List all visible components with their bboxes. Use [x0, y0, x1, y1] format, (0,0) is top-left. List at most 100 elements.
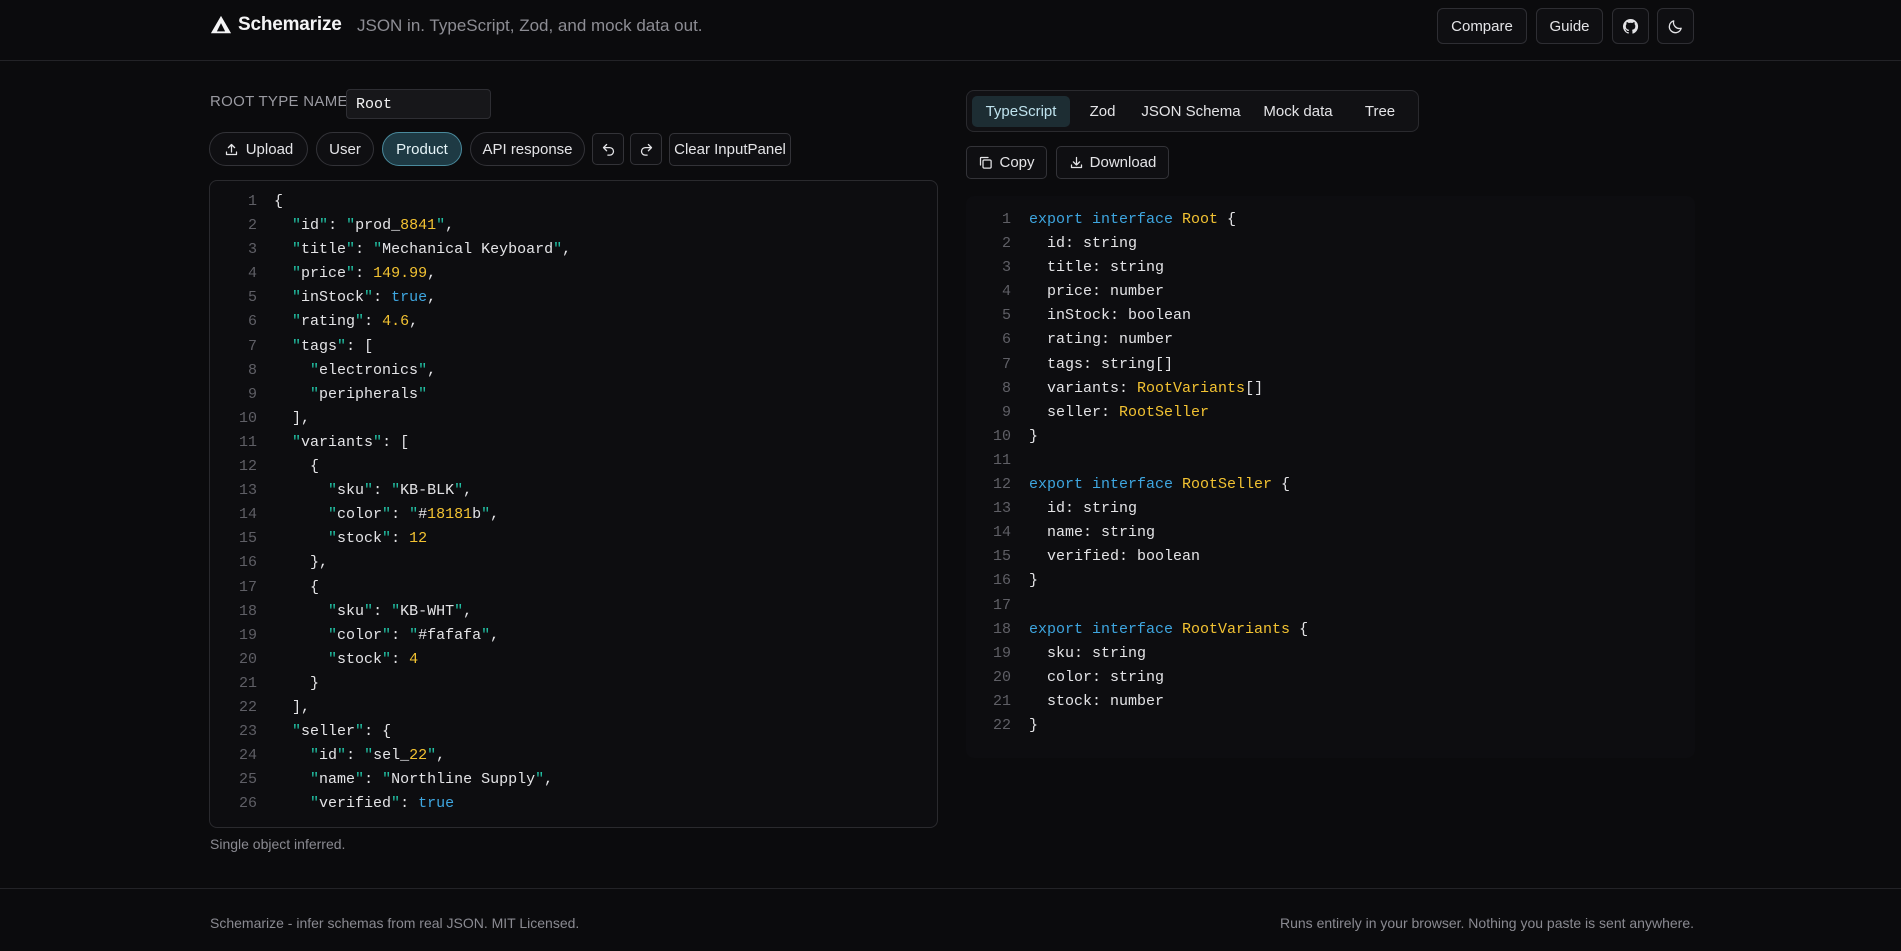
line-number: 17 — [238, 578, 257, 596]
sample-product-button[interactable]: Product — [382, 132, 462, 166]
json-input-editor[interactable]: 1{2 "id": "prod_8841", 3 "title": "Mechan… — [209, 180, 938, 828]
output-code-lines: 1 export interface Root { 2 id: string 3 ti… — [966, 196, 1695, 738]
line-code: rating: number — [1029, 331, 1174, 349]
line-number: 25 — [238, 771, 257, 789]
line-code: "color": "#fafafa", — [328, 626, 500, 644]
line-number: 2 — [1001, 235, 1011, 253]
compare-button[interactable]: Compare — [1437, 8, 1527, 44]
clear-input-button[interactable]: Clear InputPanel — [669, 133, 791, 166]
tab-mock-data[interactable]: Mock data — [1253, 96, 1343, 127]
tab-zod[interactable]: Zod — [1076, 96, 1129, 127]
line-number: 18 — [238, 602, 257, 620]
sample-user-button[interactable]: User — [316, 132, 374, 166]
output-code-line: 3 title: string — [966, 256, 1695, 280]
line-code: "color": "#18181b", — [328, 506, 500, 524]
output-code-line: 20 color: string — [966, 666, 1695, 690]
tab-json-schema[interactable]: JSON Schema — [1135, 96, 1247, 127]
app-footer: Schemarize - infer schemas from real JSO… — [0, 888, 1901, 951]
input-code-line: 15 "stock": 12 — [210, 527, 937, 551]
upload-button[interactable]: Upload — [209, 132, 308, 166]
line-number: 13 — [238, 482, 257, 500]
undo-button[interactable] — [592, 133, 624, 165]
brand-logo[interactable]: Schemarize — [210, 14, 342, 36]
line-code: ], — [274, 698, 311, 716]
upload-label: Upload — [245, 140, 294, 158]
line-number: 2 — [247, 217, 257, 235]
line-code: variants: RootVariants[] — [1029, 379, 1264, 397]
redo-button[interactable] — [630, 133, 662, 165]
line-code: "variants": [ — [292, 433, 410, 451]
line-number: 21 — [238, 674, 257, 692]
root-type-label: ROOT TYPE NAME — [210, 93, 348, 110]
input-code-line: 24 "id": "sel_22", — [210, 744, 937, 768]
brand-name: Schemarize — [238, 14, 342, 35]
line-number: 19 — [238, 626, 257, 644]
line-number: 1 — [1001, 211, 1011, 228]
root-type-input[interactable] — [346, 89, 491, 119]
line-code: "seller": { — [292, 723, 392, 741]
line-code: } — [1029, 427, 1039, 445]
line-number: 3 — [1001, 259, 1011, 277]
line-code: } — [274, 674, 320, 692]
output-code-line: 1 export interface Root { — [966, 208, 1695, 232]
copy-button[interactable]: Copy — [966, 146, 1047, 179]
output-code-line: 7 tags: string[] — [966, 353, 1695, 377]
theme-toggle-button[interactable] — [1657, 8, 1694, 44]
output-code-line: 11 — [966, 449, 1695, 473]
input-code-line: 2 "id": "prod_8841", — [210, 214, 937, 238]
input-code-line: 1{ — [210, 190, 937, 214]
line-code: id: string — [1029, 500, 1138, 518]
line-code: "inStock": true, — [292, 289, 437, 307]
tab-typescript[interactable]: TypeScript — [972, 96, 1070, 127]
line-code: { — [274, 193, 284, 210]
output-code-line: 16} — [966, 569, 1695, 593]
output-code-line: 14 name: string — [966, 521, 1695, 545]
sample-api-response-button[interactable]: API response — [470, 132, 585, 166]
input-code-line: 3 "title": "Mechanical Keyboard", — [210, 238, 937, 262]
line-number: 24 — [238, 747, 257, 765]
guide-button[interactable]: Guide — [1536, 8, 1603, 44]
line-code: { — [274, 458, 320, 476]
input-code-line: 19 "color": "#fafafa", — [210, 624, 937, 648]
output-tabs: TypeScript Zod JSON Schema Mock data Tre… — [966, 90, 1419, 132]
line-number: 6 — [247, 313, 257, 331]
app-header: Schemarize JSON in. TypeScript, Zod, and… — [0, 0, 1901, 61]
line-number: 15 — [992, 548, 1011, 566]
input-code-line: 18 "sku": "KB-WHT", — [210, 600, 937, 624]
typescript-output[interactable]: 1 export interface Root { 2 id: string 3 ti… — [966, 196, 1695, 758]
input-code-line: 12 { — [210, 455, 937, 479]
line-number: 20 — [238, 650, 257, 668]
line-number: 14 — [992, 524, 1011, 542]
line-code: { — [274, 578, 320, 596]
line-code: }, — [274, 554, 329, 572]
output-code-line: 22} — [966, 714, 1695, 738]
input-code-line: 16 }, — [210, 551, 937, 575]
download-button[interactable]: Download — [1056, 146, 1169, 179]
output-code-line: 13 id: string — [966, 497, 1695, 521]
line-code: "sku": "KB-WHT", — [328, 602, 473, 620]
input-code-lines: 1{2 "id": "prod_8841", 3 "title": "Mechan… — [210, 181, 937, 816]
line-code: export interface RootVariants { — [1029, 620, 1309, 638]
copy-icon — [980, 156, 993, 169]
input-code-line: 10 ], — [210, 407, 937, 431]
line-code: stock: number — [1029, 692, 1165, 710]
line-number: 14 — [238, 506, 257, 524]
line-number: 22 — [992, 716, 1011, 734]
input-code-line: 26 "verified": true — [210, 792, 937, 816]
undo-icon — [602, 143, 614, 156]
line-number: 8 — [1001, 379, 1011, 397]
line-number: 12 — [238, 458, 257, 476]
output-code-line: 17 — [966, 594, 1695, 618]
line-number: 7 — [247, 337, 257, 355]
output-code-line: 5 inStock: boolean — [966, 304, 1695, 328]
line-number: 6 — [1001, 331, 1011, 349]
tab-tree[interactable]: Tree — [1349, 96, 1411, 127]
input-code-line: 22 ], — [210, 696, 937, 720]
copy-label: Copy — [999, 154, 1035, 171]
github-button[interactable] — [1612, 8, 1649, 44]
line-number: 4 — [1001, 283, 1011, 301]
line-number: 13 — [992, 500, 1011, 518]
output-code-line: 19 sku: string — [966, 642, 1695, 666]
line-code: "price": 149.99, — [292, 265, 437, 283]
